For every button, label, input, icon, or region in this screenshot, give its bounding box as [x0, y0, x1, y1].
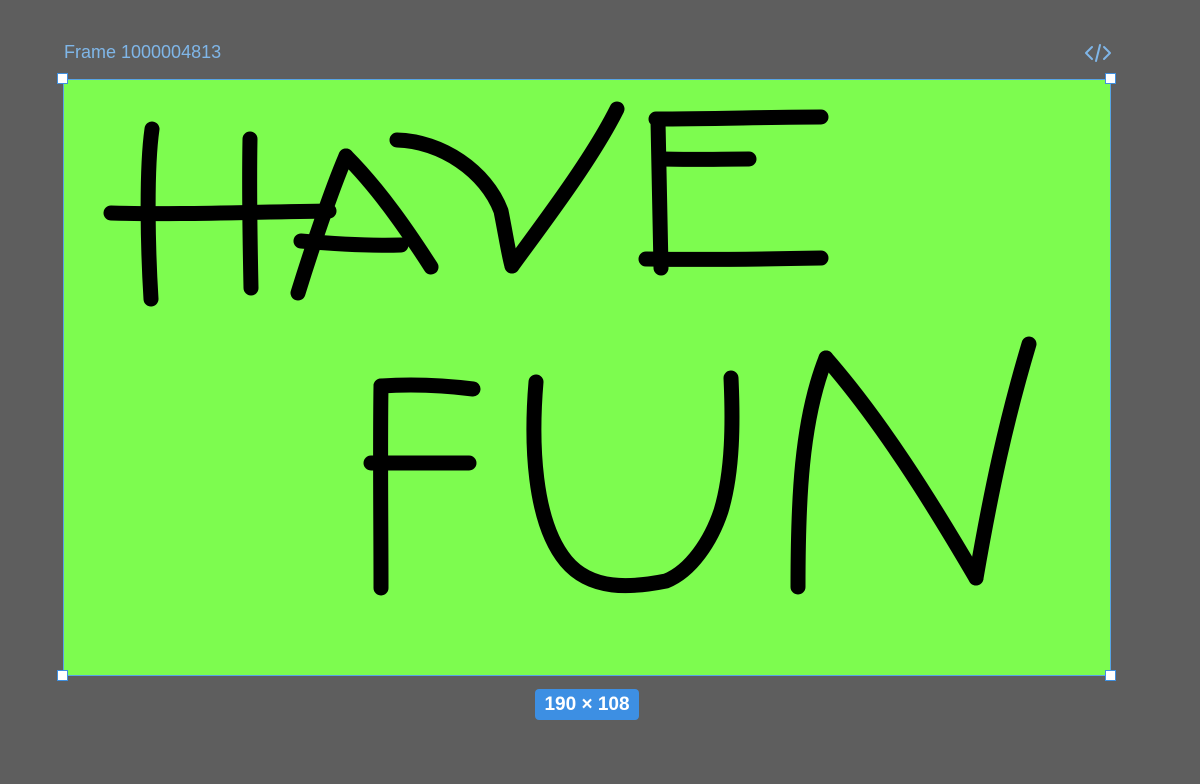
resize-handle-bottom-left[interactable] — [57, 670, 68, 681]
stroke-e-top — [648, 109, 829, 127]
stroke-e-bottom — [638, 250, 829, 267]
stroke-h-bar — [103, 203, 337, 222]
stroke-h-right — [242, 131, 259, 296]
resize-handle-bottom-right[interactable] — [1105, 670, 1116, 681]
resize-handle-top-left[interactable] — [57, 73, 68, 84]
frame-size-badge: 190 × 108 — [535, 689, 639, 720]
stroke-e-spine — [650, 113, 669, 276]
stroke-h-left — [140, 121, 160, 307]
stroke-a-right — [338, 148, 439, 275]
stroke-n-diag — [818, 350, 984, 586]
resize-handle-top-right[interactable] — [1105, 73, 1116, 84]
stroke-a-left — [290, 148, 354, 301]
stroke-v-right — [504, 101, 625, 274]
stroke-n-left — [790, 350, 834, 595]
selected-frame[interactable] — [63, 79, 1111, 676]
stroke-f-top — [373, 377, 481, 397]
stroke-u — [526, 370, 740, 594]
stroke-n-right — [968, 336, 1037, 586]
design-canvas[interactable]: Frame 1000004813 190 × 108 — [0, 0, 1200, 784]
stroke-v-left — [389, 132, 520, 274]
handwritten-drawing — [103, 101, 1037, 596]
code-brackets-icon[interactable] — [1084, 42, 1112, 64]
stroke-a-bar — [293, 233, 409, 253]
frame-name-label[interactable]: Frame 1000004813 — [64, 42, 221, 63]
